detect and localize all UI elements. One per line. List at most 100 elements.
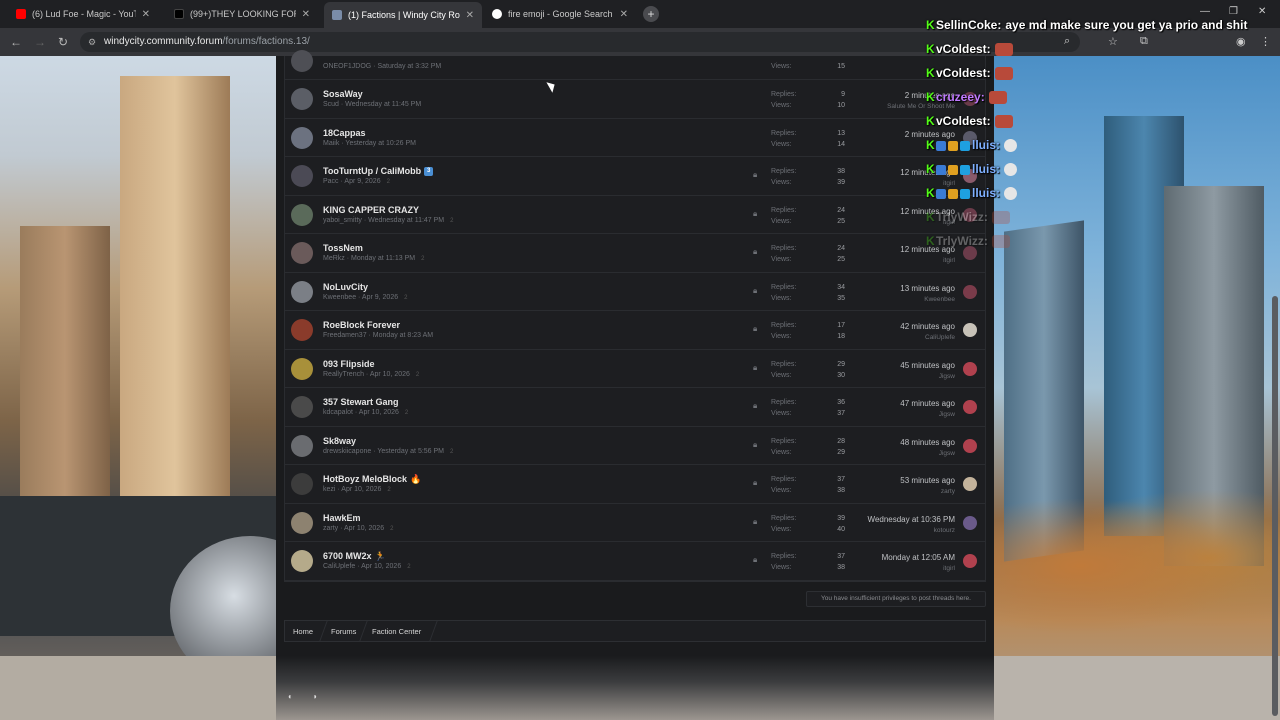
last-post-time[interactable]: 42 minutes ago [900, 322, 955, 331]
page-link[interactable]: 2 [450, 449, 453, 455]
thread-row[interactable]: 093 Flipside ReallyTrench · Apr 10, 2026 2… [285, 350, 985, 388]
page-link[interactable]: 2 [405, 410, 408, 416]
thread-title[interactable]: HawkEm [323, 513, 361, 523]
avatar[interactable] [291, 319, 313, 341]
thread-title[interactable]: 18Cappas [323, 128, 366, 138]
last-post-time[interactable]: Wednesday at 10:36 PM [868, 515, 955, 524]
avatar[interactable] [291, 203, 313, 226]
thread-row[interactable]: 18Cappas Maiik · Yesterday at 10:26 PM Rep… [285, 119, 985, 157]
close-icon[interactable]: ✕ [302, 9, 310, 20]
thread-title[interactable]: 6700 MW2x 🏃 [323, 551, 386, 562]
avatar[interactable] [291, 550, 313, 572]
page-link[interactable]: 2 [387, 487, 390, 493]
avatar[interactable] [291, 280, 313, 303]
thread-author-date[interactable]: CaliUplefe · Apr 10, 2026 [323, 563, 401, 570]
close-icon[interactable]: ✕ [466, 10, 474, 21]
thread-row[interactable]: RoeBlock Forever Freedamen37 · Monday at … [285, 311, 985, 350]
settings-icon[interactable]: ◐ [288, 692, 293, 701]
back-icon[interactable]: ← [10, 35, 22, 49]
page-scrollbar[interactable] [1270, 56, 1280, 720]
thread-title[interactable]: 357 Stewart Gang [323, 397, 399, 407]
page-link[interactable]: 2 [450, 218, 453, 224]
last-poster-avatar[interactable] [963, 438, 977, 453]
thread-author-date[interactable]: MeRkz · Monday at 11:13 PM [323, 255, 415, 262]
tab-youtube[interactable]: (6) Lud Foe - Magic - YouTu ✕ [8, 4, 158, 24]
reload-icon[interactable]: ↻ [58, 35, 68, 49]
forward-icon[interactable]: → [34, 35, 46, 49]
avatar[interactable] [291, 126, 313, 149]
last-poster-avatar[interactable] [963, 400, 977, 414]
thread-title[interactable]: KING CAPPER CRAZY [323, 205, 419, 215]
thread-title[interactable]: RoeBlock Forever [323, 320, 400, 330]
thread-title[interactable]: HotBoyz MeloBlock 🔥 [323, 474, 421, 485]
new-tab-button[interactable]: + [643, 6, 659, 22]
thread-row[interactable]: ONEOF1JDOG · Saturday at 3:32 PM Views: 15 [285, 50, 985, 80]
tab-tiktok[interactable]: (99+)THEY LOOKING FOR THEM ✕ [166, 4, 318, 24]
thread-row[interactable]: HotBoyz MeloBlock 🔥 kezi · Apr 10, 2026 2 🔒︎… [285, 465, 985, 504]
thread-row[interactable]: HawkEm zarty · Apr 10, 2026 2 🔒︎ Replies: 39 V… [285, 504, 985, 542]
thread-author-date[interactable]: kezi · Apr 10, 2026 [323, 486, 381, 493]
last-poster-avatar[interactable] [963, 323, 977, 337]
last-poster-avatar[interactable] [963, 515, 977, 530]
site-info-icon[interactable]: ⚙ [88, 32, 96, 52]
thread-author-date[interactable]: drewskiicapone · Yesterday at 5:56 PM [323, 448, 444, 455]
thread-row[interactable]: TooTurntUp / CaliMobb 3 Pacc · Apr 9, 2026… [285, 157, 985, 196]
last-post-user[interactable]: itgirl [943, 565, 955, 572]
thread-row[interactable]: KING CAPPER CRAZY yaboi_smitty · Wednesda… [285, 196, 985, 234]
last-post-user[interactable]: Jigsw [939, 373, 955, 380]
thread-author-date[interactable]: Pacc · Apr 9, 2026 [323, 178, 381, 185]
thread-row[interactable]: SosaWay Scud · Wednesday at 11:45 PM Repli… [285, 80, 985, 119]
page-link[interactable]: 2 [407, 564, 410, 570]
avatar[interactable] [291, 50, 313, 72]
last-poster-avatar[interactable] [963, 477, 977, 491]
scrollbar-thumb[interactable] [1272, 296, 1278, 716]
thread-title[interactable]: NoLuvCity [323, 282, 368, 292]
thread-row[interactable]: Sk8way drewskiicapone · Yesterday at 5:56… [285, 427, 985, 465]
thread-author-date[interactable]: Maiik · Yesterday at 10:26 PM [323, 140, 416, 147]
last-post-time[interactable]: 13 minutes ago [900, 284, 955, 293]
thread-author-date[interactable]: Kweenbee · Apr 9, 2026 [323, 294, 398, 301]
thread-author-date[interactable]: kdcapalot · Apr 10, 2026 [323, 409, 399, 416]
last-post-time[interactable]: 48 minutes ago [900, 438, 955, 447]
thread-author-date[interactable]: ReallyTrench · Apr 10, 2026 [323, 371, 410, 378]
close-icon[interactable]: ✕ [142, 9, 150, 20]
avatar[interactable] [291, 511, 313, 534]
last-poster-avatar[interactable] [963, 554, 977, 568]
thread-title[interactable]: TooTurntUp / CaliMobb 3 [323, 166, 434, 177]
thread-author-date[interactable]: zarty · Apr 10, 2026 [323, 525, 384, 532]
thread-author-date[interactable]: yaboi_smitty · Wednesday at 11:47 PM [323, 217, 444, 224]
last-post-user[interactable]: kotourz [934, 527, 955, 534]
thread-row[interactable]: NoLuvCity Kweenbee · Apr 9, 2026 2 🔒︎ Replie… [285, 273, 985, 311]
last-poster-avatar[interactable] [963, 284, 977, 299]
avatar[interactable] [291, 473, 313, 495]
close-window-icon[interactable]: ✕ [1258, 6, 1266, 17]
thread-row[interactable]: 6700 MW2x 🏃 CaliUplefe · Apr 10, 2026 2 🔒︎ Re… [285, 542, 985, 581]
thread-author-date[interactable]: ONEOF1JDOG · Saturday at 3:32 PM [323, 63, 441, 70]
avatar[interactable] [291, 357, 313, 380]
page-link[interactable]: 2 [390, 526, 393, 532]
last-post-time[interactable]: 53 minutes ago [900, 476, 955, 485]
thread-title[interactable]: 093 Flipside [323, 359, 375, 369]
last-post-time[interactable]: Monday at 12:05 AM [882, 553, 955, 562]
page-link[interactable]: 2 [404, 295, 407, 301]
breadcrumb-home[interactable]: Home [293, 627, 313, 636]
tab-google[interactable]: fire emoji - Google Search ✕ [484, 4, 636, 24]
last-poster-avatar[interactable] [963, 361, 977, 376]
avatar[interactable] [291, 434, 313, 457]
tab-factions[interactable]: (1) Factions | Windy City Rolepl ✕ [324, 2, 482, 28]
last-post-user[interactable]: zarty [941, 488, 955, 495]
thread-row[interactable]: TossNem MeRkz · Monday at 11:13 PM 2 🔒︎ Repl… [285, 234, 985, 273]
menu-icon[interactable]: ⋮ [1260, 35, 1271, 48]
last-post-time[interactable]: 47 minutes ago [900, 399, 955, 408]
breadcrumb-forums[interactable]: Forums [331, 627, 356, 636]
theme-icon[interactable]: ◑ [312, 692, 317, 701]
last-post-user[interactable]: CaliUplefe [925, 334, 955, 341]
thread-title[interactable]: Sk8way [323, 436, 356, 446]
avatar[interactable] [291, 88, 313, 110]
last-post-time[interactable]: 45 minutes ago [900, 361, 955, 370]
avatar[interactable] [291, 396, 313, 418]
last-post-user[interactable]: Jigsw [939, 450, 955, 457]
last-post-user[interactable]: Kweenbee [924, 296, 955, 303]
thread-author-date[interactable]: Freedamen37 · Monday at 8:23 AM [323, 332, 433, 339]
avatar[interactable] [291, 165, 313, 187]
